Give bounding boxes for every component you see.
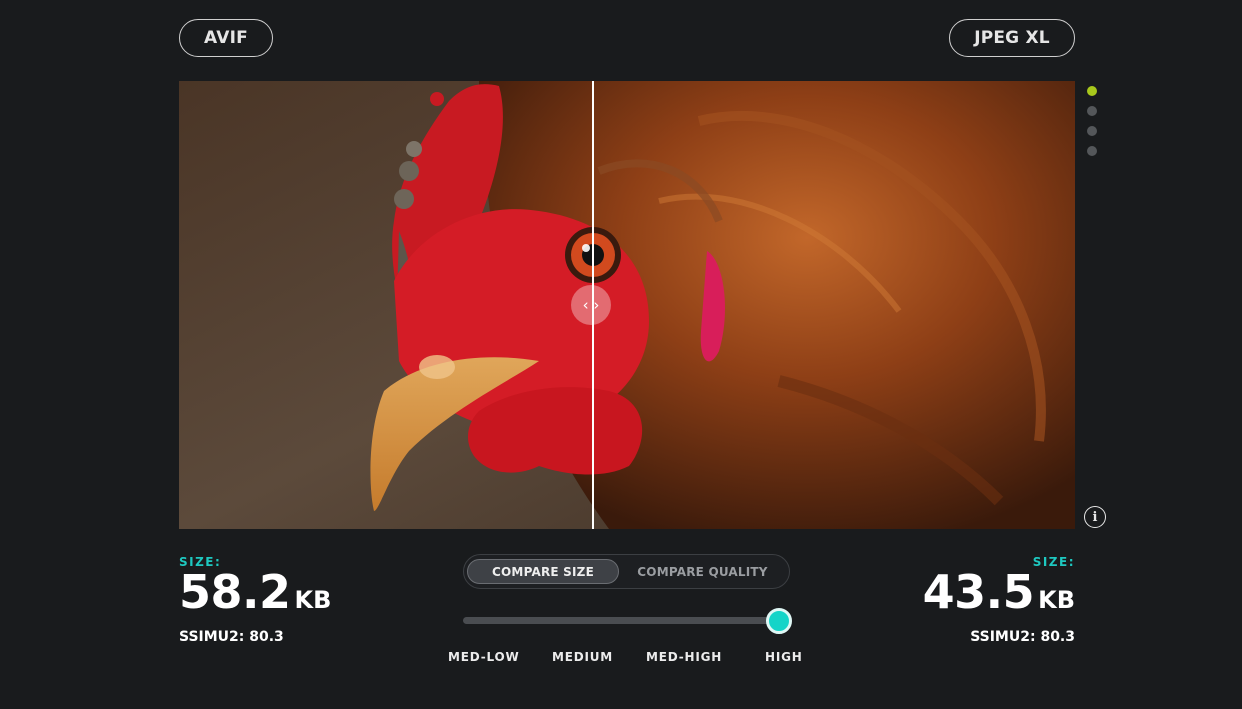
quality-level-high[interactable]: HIGH — [765, 650, 803, 664]
right-size-value: 43.5 — [922, 565, 1035, 619]
right-ssimu2: SSIMU2: 80.3 — [970, 629, 1075, 645]
quality-slider-thumb[interactable] — [766, 608, 792, 634]
compare-size-tab[interactable]: COMPARE SIZE — [467, 559, 619, 584]
image-compare-viewer[interactable]: ‹ › — [179, 81, 1075, 529]
chevrons-left-right-icon[interactable]: ‹ › — [571, 285, 611, 325]
left-size-unit: KB — [294, 586, 332, 614]
right-size: 43.5 KB — [923, 569, 1075, 626]
image-pagination — [1087, 86, 1097, 166]
rooster-photo — [179, 81, 1075, 529]
right-size-unit: KB — [1038, 586, 1075, 614]
pagination-dot-2[interactable] — [1087, 106, 1097, 116]
compare-mode-toggle: COMPARE SIZE COMPARE QUALITY — [463, 554, 790, 589]
left-ssimu2: SSIMU2: 80.3 — [179, 629, 284, 645]
quality-level-med-low[interactable]: MED-LOW — [448, 650, 520, 664]
pagination-dot-4[interactable] — [1087, 146, 1097, 156]
left-size: 58.2 KB — [179, 569, 332, 626]
pagination-dot-1[interactable] — [1087, 86, 1097, 96]
left-size-value: 58.2 — [179, 565, 291, 619]
quality-level-med-high[interactable]: MED-HIGH — [646, 650, 722, 664]
quality-slider[interactable] — [463, 608, 792, 634]
left-stats: SIZE: 58.2 KB SSIMU2: 80.3 — [179, 555, 331, 645]
jpeg-xl-format-button[interactable]: JPEG XL — [949, 19, 1075, 57]
quality-slider-track[interactable] — [463, 617, 779, 624]
compare-quality-tab[interactable]: COMPARE QUALITY — [619, 559, 786, 584]
pagination-dot-3[interactable] — [1087, 126, 1097, 136]
right-stats: SIZE: 43.5 KB SSIMU2: 80.3 — [923, 555, 1075, 645]
quality-level-medium[interactable]: MEDIUM — [552, 650, 613, 664]
avif-format-button[interactable]: AVIF — [179, 19, 273, 57]
info-icon[interactable]: i — [1084, 506, 1106, 528]
